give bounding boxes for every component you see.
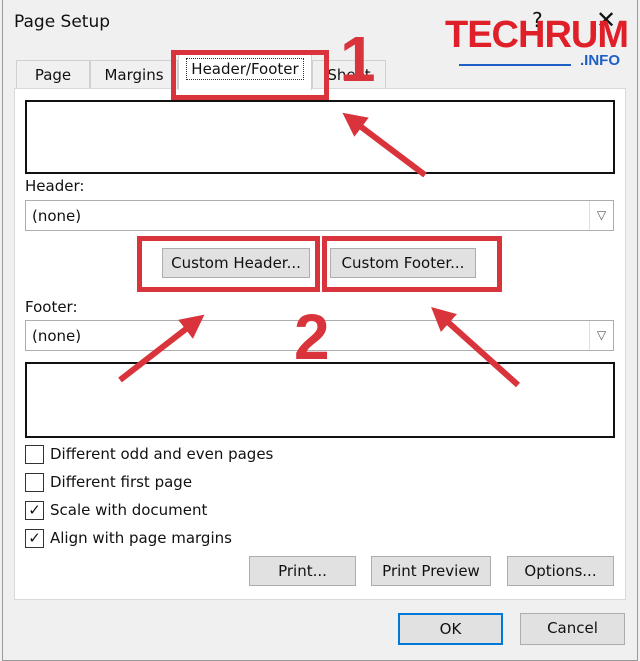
arrow-icon — [431, 306, 521, 388]
arrow-icon — [342, 112, 427, 178]
arrow-annotations — [118, 112, 521, 388]
arrow-icon — [118, 314, 205, 383]
